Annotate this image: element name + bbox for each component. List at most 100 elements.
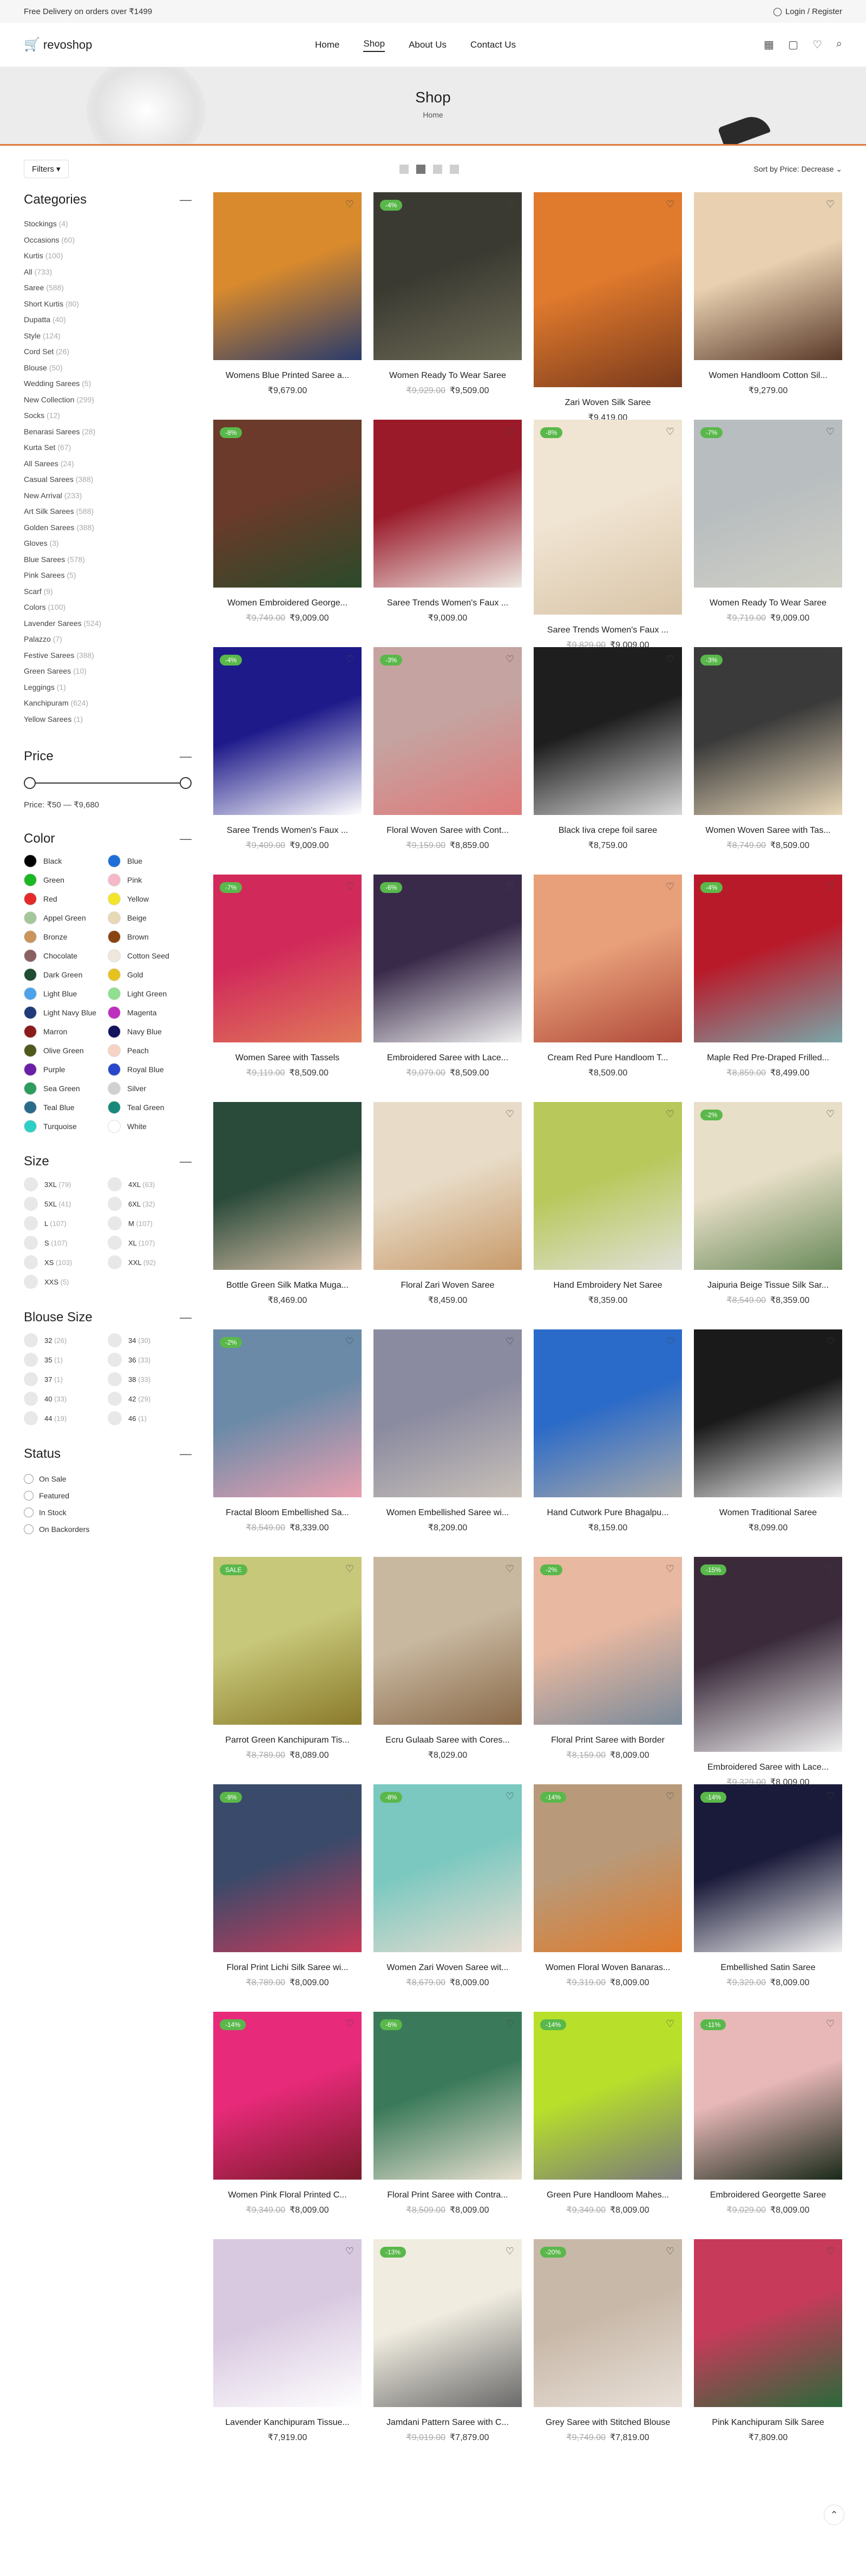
color-option[interactable]: Brown <box>108 930 192 943</box>
product-card[interactable]: -4% ♡ Saree Trends Women's Faux ... ₹9,409.… <box>213 647 362 875</box>
wishlist-heart-icon[interactable]: ♡ <box>666 881 674 892</box>
category-item[interactable]: Pink Sarees (5) <box>24 568 192 584</box>
category-item[interactable]: Occasions (60) <box>24 232 192 249</box>
product-card[interactable]: ♡ Bottle Green Silk Matka Muga... ₹8,469.0… <box>213 1102 362 1329</box>
product-image[interactable]: -11% ♡ <box>694 2012 842 2180</box>
category-item[interactable]: Yellow Sarees (1) <box>24 712 192 728</box>
size-option[interactable]: XL (107) <box>108 1236 192 1250</box>
category-item[interactable]: Style (124) <box>24 328 192 344</box>
logo[interactable]: 🛒 revoshop <box>24 37 92 53</box>
product-image[interactable]: -4% ♡ <box>213 647 362 815</box>
category-item[interactable]: Benarasi Sarees (28) <box>24 424 192 440</box>
product-card[interactable]: -6% ♡ Floral Print Saree with Contra... ₹8,… <box>373 2012 522 2239</box>
category-item[interactable]: New Collection (299) <box>24 392 192 408</box>
product-card[interactable]: -7% ♡ Women Ready To Wear Saree ₹9,719.00 ₹9… <box>694 420 842 647</box>
scroll-top-button[interactable]: ⌃ <box>824 2505 844 2525</box>
product-image[interactable]: -2% ♡ <box>694 1102 842 1270</box>
collapse-icon[interactable]: — <box>180 193 192 207</box>
size-option[interactable]: 4XL (63) <box>108 1177 192 1191</box>
wishlist-heart-icon[interactable]: ♡ <box>666 2018 674 2030</box>
collapse-icon[interactable]: — <box>180 832 192 846</box>
product-card[interactable]: -4% ♡ Maple Red Pre-Draped Frilled... ₹8,85… <box>694 875 842 1102</box>
product-card[interactable]: -3% ♡ Women Woven Saree with Tas... ₹8,749.… <box>694 647 842 875</box>
size-option[interactable]: L (107) <box>24 1216 108 1230</box>
size-option[interactable]: 34 (30) <box>108 1333 192 1347</box>
product-card[interactable]: -2% ♡ Fractal Bloom Embellished Sa... ₹8,54… <box>213 1329 362 1557</box>
filters-button[interactable]: Filters ▾ <box>24 160 69 178</box>
product-card[interactable]: ♡ Ecru Gulaab Saree with Cores... ₹8,029.0… <box>373 1557 522 1784</box>
nav-shop[interactable]: Shop <box>363 38 385 52</box>
status-option[interactable]: On Sale <box>24 1470 192 1487</box>
product-name[interactable]: Embroidered Saree with Lace... <box>694 1763 842 1772</box>
category-item[interactable]: Socks (12) <box>24 408 192 424</box>
product-image[interactable]: -8% ♡ <box>213 420 362 588</box>
collapse-icon[interactable]: — <box>180 1310 192 1325</box>
category-item[interactable]: Cord Set (26) <box>24 344 192 360</box>
product-card[interactable]: -2% ♡ Jaipuria Beige Tissue Silk Sar... ₹8,… <box>694 1102 842 1329</box>
product-image[interactable]: ♡ <box>534 875 682 1042</box>
category-item[interactable]: Wedding Sarees (5) <box>24 376 192 392</box>
wishlist-heart-icon[interactable]: ♡ <box>345 199 354 210</box>
heart-icon[interactable]: ♡ <box>812 38 822 51</box>
wishlist-heart-icon[interactable]: ♡ <box>506 654 514 665</box>
product-image[interactable]: -14% ♡ <box>534 1784 682 1952</box>
wishlist-heart-icon[interactable]: ♡ <box>666 1563 674 1575</box>
wishlist-heart-icon[interactable]: ♡ <box>345 654 354 665</box>
product-image[interactable]: -14% ♡ <box>213 2012 362 2180</box>
product-card[interactable]: ♡ Lavender Kanchipuram Tissue... ₹7,919.00 <box>213 2239 362 2467</box>
product-card[interactable]: -13% ♡ Jamdani Pattern Saree with C... ₹9,0… <box>373 2239 522 2467</box>
color-option[interactable]: Chocolate <box>24 949 108 962</box>
product-image[interactable]: -13% ♡ <box>373 2239 522 2407</box>
product-image[interactable]: -2% ♡ <box>213 1329 362 1497</box>
product-name[interactable]: Fractal Bloom Embellished Sa... <box>213 1508 362 1518</box>
size-option[interactable]: 35 (1) <box>24 1353 108 1367</box>
product-name[interactable]: Women Ready To Wear Saree <box>694 598 842 608</box>
product-card[interactable]: -20% ♡ Grey Saree with Stitched Blouse ₹9,7… <box>534 2239 682 2467</box>
wishlist-heart-icon[interactable]: ♡ <box>666 1108 674 1120</box>
product-name[interactable]: Green Pure Handloom Mahes... <box>534 2190 682 2200</box>
product-name[interactable]: Embroidered Saree with Lace... <box>373 1053 522 1063</box>
product-image[interactable]: -2% ♡ <box>534 1557 682 1725</box>
size-option[interactable]: XXS (5) <box>24 1275 108 1289</box>
nav-about[interactable]: About Us <box>409 40 447 50</box>
category-item[interactable]: Dupatta (40) <box>24 312 192 328</box>
product-card[interactable]: -14% ♡ Green Pure Handloom Mahes... ₹9,349.… <box>534 2012 682 2239</box>
wishlist-heart-icon[interactable]: ♡ <box>506 1108 514 1120</box>
size-option[interactable]: M (107) <box>108 1216 192 1230</box>
product-card[interactable]: -9% ♡ Floral Print Lichi Silk Saree wi... ₹… <box>213 1784 362 2012</box>
product-image[interactable]: ♡ <box>373 420 522 588</box>
product-image[interactable]: -20% ♡ <box>534 2239 682 2407</box>
product-card[interactable]: ♡ Hand Cutwork Pure Bhagalpu... ₹8,159.00 <box>534 1329 682 1557</box>
category-item[interactable]: New Arrival (233) <box>24 488 192 504</box>
nav-contact[interactable]: Contact Us <box>470 40 516 50</box>
color-option[interactable]: Light Blue <box>24 987 108 1000</box>
wishlist-heart-icon[interactable]: ♡ <box>826 654 835 665</box>
product-name[interactable]: Women Saree with Tassels <box>213 1053 362 1063</box>
color-option[interactable]: Red <box>24 892 108 905</box>
category-item[interactable]: Stockings (4) <box>24 216 192 232</box>
category-item[interactable]: Festive Sarees (388) <box>24 648 192 664</box>
product-name[interactable]: Women Woven Saree with Tas... <box>694 826 842 836</box>
wishlist-heart-icon[interactable]: ♡ <box>506 2018 514 2030</box>
product-image[interactable]: ♡ <box>213 2239 362 2407</box>
product-card[interactable]: -11% ♡ Embroidered Georgette Saree ₹9,029.0… <box>694 2012 842 2239</box>
product-name[interactable]: Women Embroidered George... <box>213 598 362 608</box>
product-card[interactable]: ♡ Zari Woven Silk Saree ₹9,419.00 <box>534 192 682 422</box>
category-item[interactable]: Casual Sarees (388) <box>24 472 192 488</box>
category-item[interactable]: Leggings (1) <box>24 680 192 696</box>
wishlist-heart-icon[interactable]: ♡ <box>666 1336 674 1347</box>
product-card[interactable]: SALE ♡ Parrot Green Kanchipuram Tis... ₹8,7… <box>213 1557 362 1784</box>
product-name[interactable]: Women Handloom Cotton Sil... <box>694 371 842 381</box>
color-option[interactable]: Royal Blue <box>108 1063 192 1076</box>
color-option[interactable]: Silver <box>108 1082 192 1095</box>
wishlist-heart-icon[interactable]: ♡ <box>506 881 514 892</box>
product-name[interactable]: Women Floral Woven Banaras... <box>534 1963 682 1973</box>
color-option[interactable]: Black <box>24 855 108 868</box>
color-option[interactable]: Teal Green <box>108 1101 192 1114</box>
wishlist-heart-icon[interactable]: ♡ <box>345 2246 354 2257</box>
wishlist-heart-icon[interactable]: ♡ <box>826 1108 835 1120</box>
product-image[interactable]: ♡ <box>213 1102 362 1270</box>
color-option[interactable]: Beige <box>108 911 192 924</box>
wishlist-heart-icon[interactable]: ♡ <box>826 1336 835 1347</box>
size-option[interactable]: S (107) <box>24 1236 108 1250</box>
